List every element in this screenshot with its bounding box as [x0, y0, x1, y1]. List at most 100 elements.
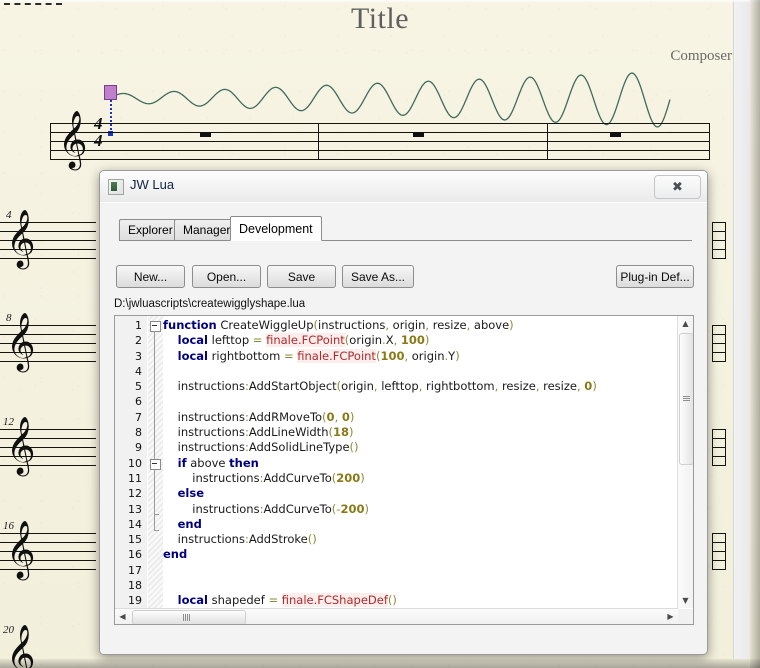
code-line[interactable]: instructions:AddSolidLineType(): [163, 440, 693, 455]
code-fold-column[interactable]: [148, 316, 163, 622]
editor-vertical-scrollbar[interactable]: ▲ ▼: [677, 316, 693, 608]
app-root: Title Composer 𝄞 4 4: [0, 0, 760, 668]
script-path-label: D:\jwluascripts\createwigglyshape.lua: [114, 298, 305, 310]
save-as-button[interactable]: Save As...: [342, 265, 414, 288]
line-number: 10: [115, 456, 147, 471]
dialog-body: Explorer Manager Development New... Open…: [100, 202, 707, 655]
new-button[interactable]: New...: [116, 265, 185, 288]
horizontal-scroll-thumb[interactable]: [132, 610, 246, 625]
fold-guide-end: [154, 530, 159, 531]
barline[interactable]: [709, 123, 710, 159]
tab-development[interactable]: Development: [230, 216, 322, 241]
treble-clef-icon: 𝄞: [6, 420, 36, 470]
line-number: 13: [115, 502, 147, 517]
dialog-title: JW Lua: [130, 177, 174, 192]
code-line[interactable]: instructions:AddLineWidth(18): [163, 425, 693, 440]
line-number: 15: [115, 532, 147, 547]
open-button[interactable]: Open...: [192, 265, 261, 288]
whole-rest[interactable]: [200, 132, 211, 137]
vertical-scroll-thumb[interactable]: [679, 333, 694, 465]
staff-system-end: [712, 533, 726, 569]
code-line[interactable]: instructions:AddStartObject(origin, left…: [163, 379, 693, 394]
app-icon: [108, 179, 124, 195]
scroll-down-icon[interactable]: ▼: [678, 593, 693, 608]
close-icon[interactable]: ✖: [654, 175, 701, 199]
composer-text[interactable]: Composer: [670, 48, 732, 65]
time-signature[interactable]: 4 4: [94, 115, 103, 149]
barline[interactable]: [50, 123, 51, 159]
line-number: 4: [115, 364, 147, 379]
line-number: 17: [115, 563, 147, 578]
code-editor[interactable]: 123456789101112131415161718192021222324 …: [114, 315, 694, 625]
code-line[interactable]: local rightbottom = finale.FCPoint(100, …: [163, 349, 693, 364]
line-number: 12: [115, 486, 147, 501]
line-number: 3: [115, 349, 147, 364]
line-number: 2: [115, 333, 147, 348]
time-signature-top: 4: [94, 115, 103, 132]
code-line[interactable]: [163, 563, 693, 578]
line-number-gutter: 123456789101112131415161718192021222324: [115, 316, 148, 624]
code-line[interactable]: [163, 578, 693, 593]
page-title[interactable]: Title: [0, 2, 760, 36]
barline[interactable]: [547, 123, 548, 159]
document-vertical-scrollbar[interactable]: [733, 0, 750, 659]
line-number: 14: [115, 517, 147, 532]
fold-toggle-function[interactable]: [150, 321, 161, 332]
staff-system-end: [712, 222, 726, 258]
treble-clef-icon: 𝄞: [6, 524, 36, 574]
save-button[interactable]: Save: [267, 265, 336, 288]
code-line[interactable]: else: [163, 486, 693, 501]
code-line[interactable]: instructions:AddCurveTo(200): [163, 471, 693, 486]
whole-rest[interactable]: [610, 132, 621, 137]
line-number: 19: [115, 593, 147, 608]
editor-horizontal-scrollbar[interactable]: ◀ ▶: [115, 608, 678, 624]
code-line[interactable]: [163, 394, 693, 409]
tab-explorer[interactable]: Explorer: [119, 219, 182, 240]
tab-strip: Explorer Manager Development: [119, 218, 692, 241]
fold-toggle-if[interactable]: [150, 459, 161, 470]
code-lines: function CreateWiggleUp(instructions, or…: [163, 318, 693, 622]
line-number: 21: [115, 624, 147, 625]
shape-selection-handle[interactable]: [104, 85, 117, 100]
code-line[interactable]: instructions:AddCurveTo(-200): [163, 502, 693, 517]
code-line[interactable]: instructions:AddRMoveTo(0, 0): [163, 410, 693, 425]
line-number: 1: [115, 318, 147, 333]
fold-guide-line: [154, 469, 155, 514]
scroll-up-icon[interactable]: ▲: [678, 316, 693, 331]
line-number: 18: [115, 578, 147, 593]
code-line[interactable]: [163, 364, 693, 379]
barline[interactable]: [318, 123, 319, 159]
code-line[interactable]: local shapedef = finale.FCShapeDef(): [163, 593, 693, 608]
tab-baseline: [119, 240, 692, 241]
code-line[interactable]: end: [163, 517, 693, 532]
scroll-right-icon[interactable]: ▶: [663, 609, 678, 624]
staff-system-end: [712, 429, 726, 465]
fold-guide-end: [154, 514, 159, 515]
code-line[interactable]: function CreateWiggleUp(instructions, or…: [163, 318, 693, 333]
window-right-shadow: [750, 0, 760, 668]
staff-lines: [50, 123, 710, 159]
line-number: 7: [115, 410, 147, 425]
code-line[interactable]: end: [163, 547, 693, 562]
scrollbar-corner: [678, 609, 693, 624]
treble-clef-icon: 𝄞: [6, 213, 36, 263]
time-signature-bottom: 4: [94, 132, 103, 149]
line-number: 6: [115, 394, 147, 409]
dialog-titlebar[interactable]: JW Lua ✖: [100, 171, 707, 203]
code-viewport[interactable]: function CreateWiggleUp(instructions, or…: [163, 316, 693, 622]
scroll-thumb-grip: [683, 396, 690, 401]
jw-lua-dialog[interactable]: JW Lua ✖ Explorer Manager Development Ne…: [99, 170, 708, 655]
line-number: 8: [115, 425, 147, 440]
code-line[interactable]: local lefttop = finale.FCPoint(origin.X,…: [163, 333, 693, 348]
code-line[interactable]: instructions:AddStroke(): [163, 532, 693, 547]
code-line[interactable]: if above then: [163, 456, 693, 471]
plugin-def-button[interactable]: Plug-in Def...: [616, 265, 694, 288]
line-number: 16: [115, 547, 147, 562]
window-bottom-shadow: [0, 659, 760, 668]
staff-system-end: [712, 325, 726, 361]
scroll-left-icon[interactable]: ◀: [115, 609, 130, 624]
scroll-thumb-grip: [183, 614, 191, 621]
treble-clef-icon: 𝄞: [58, 114, 88, 164]
window-top-highlight: [0, 0, 760, 3]
whole-rest[interactable]: [413, 132, 424, 137]
